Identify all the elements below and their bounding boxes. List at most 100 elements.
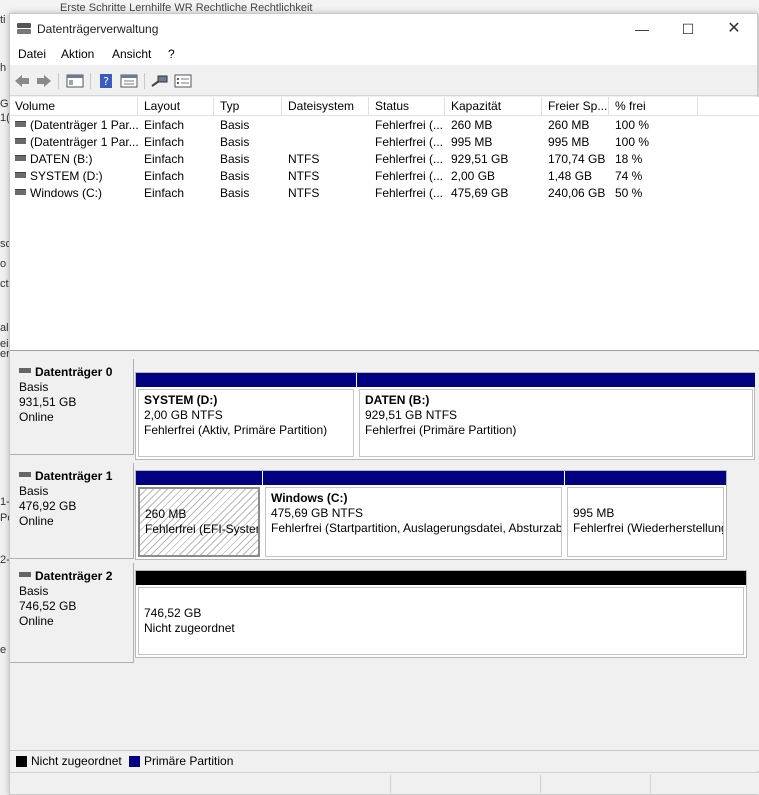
table-row[interactable]: DATEN (B:) Einfach Basis NTFS Fehlerfrei…	[10, 151, 759, 168]
table-row[interactable]: (Datenträger 1 Par... Einfach Basis Fehl…	[10, 117, 759, 134]
partition-daten-b[interactable]: DATEN (B:) 929,51 GB NTFS Fehlerfrei (Pr…	[357, 373, 755, 459]
drive-icon	[15, 121, 26, 127]
cell-freier-speicher: 260 MB	[548, 118, 590, 132]
legend-label-unallocated: Nicht zugeordnet	[31, 754, 122, 768]
cell-layout: Einfach	[144, 135, 185, 149]
console-tree-icon[interactable]	[66, 73, 84, 89]
partition-size: 746,52 GB	[144, 606, 202, 620]
cell-volume: (Datenträger 1 Par...	[10, 134, 138, 151]
cell-freier-speicher: 995 MB	[548, 135, 590, 149]
column-header-freier-speicher[interactable]: Freier Sp...	[543, 97, 609, 116]
partition-size: 260 MB	[145, 507, 187, 521]
partition-size: 2,00 GB NTFS	[144, 408, 223, 422]
disk-graphical-view: Datenträger 0 Basis 931,51 GB Online SYS…	[10, 352, 759, 752]
partition-status: Fehlerfrei (Aktiv, Primäre Partition)	[144, 423, 328, 437]
maximize-button[interactable]: ☐	[665, 14, 711, 44]
partition-windows-c[interactable]: Windows (C:) 475,69 GB NTFS Fehlerfrei (…	[263, 471, 564, 559]
background-glyph: 2-	[0, 554, 9, 566]
disk-2-name: Datenträger 2	[19, 569, 133, 584]
partition-status: Nicht zugeordnet	[144, 621, 235, 635]
table-row[interactable]: SYSTEM (D:) Einfach Basis NTFS Fehlerfre…	[10, 168, 759, 185]
menu-aktion[interactable]: Aktion	[61, 47, 94, 61]
background-window-edge: ti h G 1( sc o ct al ei er 1- Pc 2- e	[0, 14, 9, 795]
disk-0-partitions: SYSTEM (D:) 2,00 GB NTFS Fehlerfrei (Akt…	[135, 372, 755, 460]
rescan-disks-icon[interactable]	[150, 73, 168, 89]
disk-0-label[interactable]: Datenträger 0 Basis 931,51 GB Online	[10, 359, 134, 455]
properties-window-icon[interactable]	[120, 73, 138, 89]
partition-status: Fehlerfrei (Primäre Partition)	[365, 423, 517, 437]
menu-ansicht[interactable]: Ansicht	[112, 47, 151, 61]
partition-size: 475,69 GB NTFS	[271, 506, 364, 520]
column-header-dateisystem[interactable]: Dateisystem	[283, 97, 369, 116]
disk-2-label[interactable]: Datenträger 2 Basis 746,52 GB Online	[10, 563, 134, 663]
disk-2-partitions: 746,52 GB Nicht zugeordnet	[135, 570, 747, 658]
toolbar: ?	[10, 66, 757, 96]
disk-1-type: Basis	[19, 484, 49, 498]
column-header-status[interactable]: Status	[370, 97, 445, 116]
partition-title: SYSTEM (D:)	[144, 393, 218, 407]
cell-freier-speicher: 1,48 GB	[548, 169, 593, 183]
cell-dateisystem	[283, 134, 369, 151]
column-header-prozent-frei[interactable]: % frei	[610, 97, 698, 116]
legend-swatch-unallocated	[16, 756, 27, 767]
back-arrow-icon[interactable]	[13, 73, 31, 89]
volume-list[interactable]: Volume Layout Typ Dateisystem Status Kap…	[10, 97, 759, 351]
cell-dateisystem: NTFS	[288, 169, 320, 183]
cell-kapazitaet: 929,51 GB	[451, 152, 509, 166]
partition-unallocated[interactable]: 746,52 GB Nicht zugeordnet	[136, 571, 746, 657]
column-header-kapazitaet[interactable]: Kapazität	[446, 97, 542, 116]
background-glyph: G	[0, 98, 9, 110]
cell-kapazitaet: 260 MB	[451, 118, 493, 132]
drive-icon	[15, 155, 26, 161]
forward-arrow-icon[interactable]	[35, 73, 53, 89]
checklist-icon[interactable]	[174, 73, 192, 89]
partition-bar	[136, 373, 356, 387]
partition-size: 929,51 GB NTFS	[365, 408, 458, 422]
background-glyph: e	[0, 644, 7, 656]
cell-layout: Einfach	[144, 186, 185, 200]
column-header-layout[interactable]: Layout	[139, 97, 214, 116]
disk-1-name: Datenträger 1	[19, 469, 133, 484]
cell-prozent-frei: 100 %	[615, 118, 650, 132]
disk-icon	[19, 572, 31, 577]
minimize-button[interactable]: —	[619, 14, 665, 44]
menu-datei[interactable]: Datei	[18, 47, 46, 61]
menu-help[interactable]: ?	[168, 47, 175, 61]
cell-status: Fehlerfrei (...	[375, 152, 444, 166]
background-glyph: al	[0, 322, 9, 334]
partition-bar	[136, 471, 262, 485]
partition-title: Windows (C:)	[271, 491, 348, 505]
table-row[interactable]: (Datenträger 1 Par... Einfach Basis Fehl…	[10, 134, 759, 151]
disk-1-label[interactable]: Datenträger 1 Basis 476,92 GB Online	[10, 463, 134, 559]
partition-status: Fehlerfrei (Wiederherstellungspartition)	[573, 521, 723, 535]
background-glyph: ti	[0, 14, 6, 26]
cell-status: Fehlerfrei (...	[375, 169, 444, 183]
background-glyph: h	[0, 62, 7, 74]
partition-size: 995 MB	[573, 506, 615, 520]
help-book-icon[interactable]: ?	[97, 73, 115, 89]
partition-efi[interactable]: 260 MB Fehlerfrei (EFI-Systempartition)	[136, 471, 262, 559]
partition-system-d[interactable]: SYSTEM (D:) 2,00 GB NTFS Fehlerfrei (Akt…	[136, 373, 356, 459]
cell-typ: Basis	[220, 135, 250, 149]
cell-freier-speicher: 170,74 GB	[548, 152, 606, 166]
partition-recovery[interactable]: 995 MB Fehlerfrei (Wiederherstellungspar…	[565, 471, 726, 559]
close-button[interactable]: ✕	[711, 14, 757, 44]
cell-dateisystem	[283, 117, 369, 134]
cell-status: Fehlerfrei (...	[375, 135, 444, 149]
cell-dateisystem: NTFS	[288, 152, 320, 166]
column-header-volume[interactable]: Volume	[10, 97, 138, 116]
background-glyph: sc	[0, 238, 9, 250]
disk-icon	[19, 368, 31, 373]
background-glyph: ct	[0, 278, 9, 290]
column-header-typ[interactable]: Typ	[215, 97, 282, 116]
volume-list-header: Volume Layout Typ Dateisystem Status Kap…	[10, 97, 759, 116]
partition-title	[573, 491, 723, 506]
disk-0-state: Online	[19, 410, 54, 424]
title-bar[interactable]: Datenträgerverwaltung — ☐ ✕	[10, 14, 757, 44]
partition-bar	[263, 471, 564, 485]
disk-0-size: 931,51 GB	[19, 395, 77, 409]
table-row[interactable]: Windows (C:) Einfach Basis NTFS Fehlerfr…	[10, 185, 759, 202]
cell-typ: Basis	[220, 186, 250, 200]
disk-icon	[19, 472, 31, 477]
cell-prozent-frei: 100 %	[615, 135, 650, 149]
